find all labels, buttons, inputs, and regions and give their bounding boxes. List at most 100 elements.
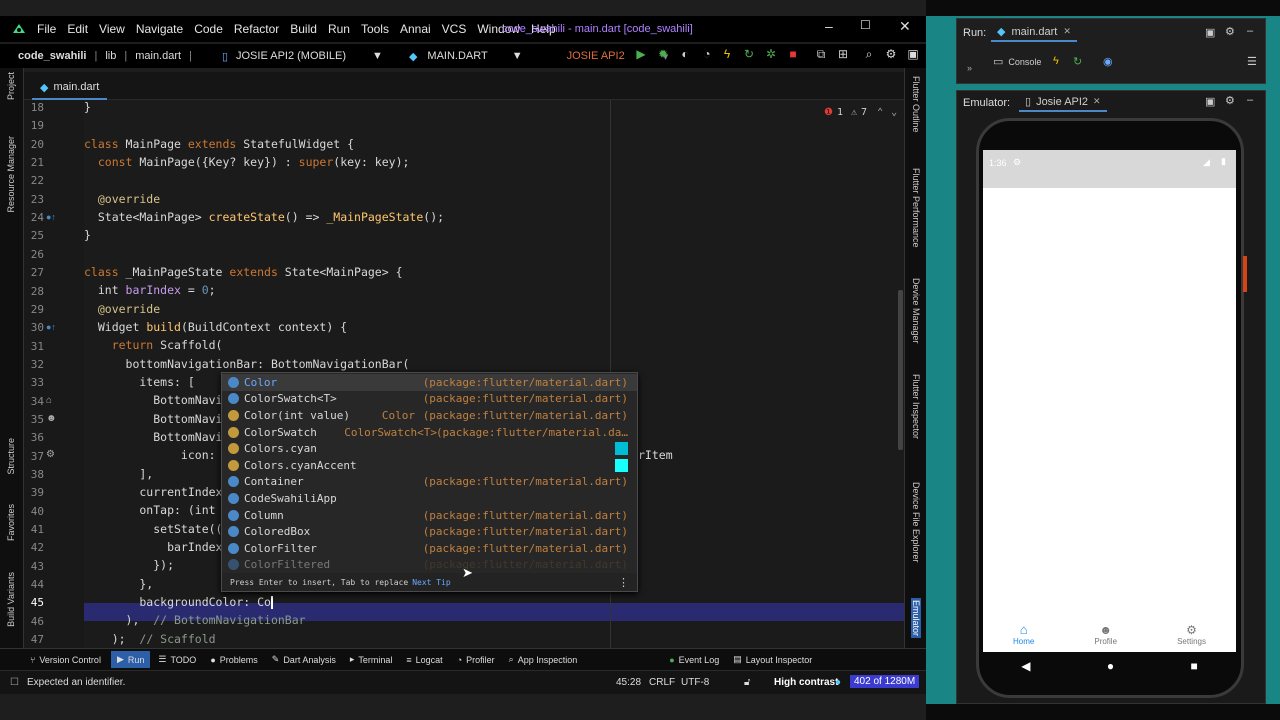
menu-tools[interactable]: Tools	[361, 22, 389, 36]
expand-icon[interactable]: »	[967, 63, 972, 73]
override-marker-icon[interactable]: ●↑	[46, 322, 56, 332]
power-button[interactable]	[1243, 256, 1247, 292]
completion-item[interactable]: ColorFilter (package:flutter/material.dar…	[222, 540, 637, 557]
tab-run[interactable]: ▶ Run	[110, 651, 151, 668]
debug-icon[interactable]: ✹	[656, 47, 670, 61]
tool-favorites[interactable]: Favorites	[6, 504, 16, 541]
tool-device-manager[interactable]: Device Manager	[911, 278, 921, 344]
minimize-icon[interactable]: –	[1247, 94, 1253, 106]
tool-device-file-explorer[interactable]: Device File Explorer	[911, 482, 921, 563]
line-separator[interactable]: CRLF	[649, 677, 675, 688]
tool-resource-manager[interactable]: Resource Manager	[6, 136, 16, 213]
layout-icon[interactable]: ▣	[1205, 26, 1215, 39]
completion-item[interactable]: Colors.cyan	[222, 440, 637, 457]
layout-icon[interactable]: ▣	[906, 47, 920, 61]
run-icon[interactable]: ▶	[634, 47, 648, 61]
menu-navigate[interactable]: Navigate	[136, 22, 183, 36]
menu-refactor[interactable]: Refactor	[234, 22, 279, 36]
breadcrumb-lib[interactable]: lib	[105, 50, 116, 62]
tool-flutter-performance[interactable]: Flutter Performance	[911, 168, 921, 248]
completion-item[interactable]: Column (package:flutter/material.dart)	[222, 507, 637, 524]
settings-icon[interactable]: ⚙	[1225, 94, 1235, 107]
completion-item[interactable]: ColorSwatch<T> (package:flutter/material.…	[222, 391, 637, 408]
back-icon[interactable]: ◀	[1021, 659, 1030, 673]
tool-flutter-outline[interactable]: Flutter Outline	[911, 76, 921, 133]
hot-restart-icon[interactable]: ↻	[1073, 55, 1082, 68]
tab-todo[interactable]: ☰ TODO	[158, 654, 196, 665]
menu-build[interactable]: Build	[290, 22, 317, 36]
tab-problems[interactable]: ● Problems	[210, 655, 257, 665]
tab-dart-analysis[interactable]: ✎ Dart Analysis	[272, 654, 336, 665]
menu-icon[interactable]: ☰	[1247, 55, 1257, 68]
more-options-icon[interactable]: ⋮	[618, 576, 629, 589]
caret-position[interactable]: 45:28	[616, 677, 641, 688]
run-config-selector[interactable]: MAIN.DART	[427, 50, 487, 62]
hot-restart-icon[interactable]: ↻	[742, 47, 756, 61]
completion-item[interactable]: ColorSwatch ColorSwatch<T> (package:flutte…	[222, 424, 637, 441]
code-line-45[interactable]: backgroundColor: Co	[84, 595, 273, 609]
completion-item[interactable]: ColoredBox (package:flutter/material.dart…	[222, 523, 637, 540]
chevron-down-icon[interactable]: ▼	[512, 50, 523, 62]
inspection-widget[interactable]: ❶1 ⚠ 7 ⌃ ⌄	[824, 107, 897, 118]
tab-logcat[interactable]: ≡ Logcat	[406, 655, 442, 665]
tab-terminal[interactable]: ▸ Terminal	[350, 654, 393, 665]
editor-scrollbar[interactable]	[898, 290, 903, 450]
tab-event-log[interactable]: ● Event Log	[669, 655, 719, 665]
device-screen[interactable]: 1:36 ⚙ ◢ ▮ ⌂ Home ☻ Profile ⚙ Settings	[983, 150, 1236, 652]
settings-icon[interactable]: ⚙	[884, 47, 898, 61]
close-icon[interactable]: ✕	[899, 18, 911, 35]
contrast-mode[interactable]: High contrast	[774, 677, 838, 688]
menu-vcs[interactable]: VCS	[442, 22, 467, 36]
sdk-manager-icon[interactable]: ⊞	[836, 47, 850, 61]
lock-icon[interactable]: 🔓︎	[744, 677, 750, 688]
tab-version-control[interactable]: ⑂ Version Control	[30, 655, 101, 665]
status-toggle-icon[interactable]: ☐	[10, 677, 19, 688]
breadcrumb-project[interactable]: code_swahili	[18, 50, 86, 62]
menu-view[interactable]: View	[99, 22, 125, 36]
attach-debugger-icon[interactable]: ✲	[764, 47, 778, 61]
breadcrumb-file[interactable]: main.dart	[135, 50, 181, 62]
emulator-device-tab[interactable]: ▯ Josie API2 ✕	[1019, 93, 1107, 112]
nav-item-home[interactable]: ⌂ Home	[1013, 622, 1034, 646]
status-message[interactable]: Expected an identifier.	[27, 677, 125, 688]
home-button-icon[interactable]: ●	[1107, 659, 1114, 673]
search-icon[interactable]: ⌕	[862, 47, 876, 61]
console-tab[interactable]: ▭ Console	[993, 55, 1041, 68]
hot-reload-icon[interactable]: ϟ	[1053, 55, 1059, 67]
minimize-icon[interactable]: –	[1247, 25, 1253, 37]
close-icon[interactable]: ✕	[1093, 96, 1101, 107]
sync-icon[interactable]: ⧉	[814, 47, 828, 61]
completion-item[interactable]: ColorFiltered (package:flutter/material.d…	[222, 557, 637, 574]
tool-flutter-inspector[interactable]: Flutter Inspector	[911, 374, 921, 439]
device-selector[interactable]: JOSIE API2 (MOBILE)	[236, 50, 346, 62]
layout-icon[interactable]: ▣	[1205, 95, 1215, 108]
menu-run[interactable]: Run	[328, 22, 350, 36]
completion-item[interactable]: Colors.cyanAccent	[222, 457, 637, 474]
profile-icon[interactable]: ◔	[700, 47, 714, 61]
completion-item[interactable]: CodeSwahiliApp	[222, 490, 637, 507]
completion-item[interactable]: Color(int value) Color (package:flutter/ma…	[222, 407, 637, 424]
hot-reload-icon[interactable]: ϟ	[720, 47, 734, 61]
chevron-up-icon[interactable]: ⌃	[877, 107, 883, 118]
file-encoding[interactable]: UTF-8	[681, 677, 709, 688]
menu-file[interactable]: File	[37, 22, 56, 36]
menu-edit[interactable]: Edit	[67, 22, 88, 36]
close-icon[interactable]: ✕	[1063, 26, 1071, 37]
nav-item-profile[interactable]: ☻ Profile	[1094, 623, 1117, 646]
recents-icon[interactable]: ■	[1191, 659, 1198, 673]
minimize-icon[interactable]: –	[825, 18, 833, 34]
devtools-icon[interactable]: ◉	[1103, 55, 1113, 68]
menu-code[interactable]: Code	[194, 22, 223, 36]
tool-structure[interactable]: Structure	[6, 438, 16, 475]
tool-emulator[interactable]: Emulator	[911, 598, 921, 639]
chevron-down-icon[interactable]: ▼	[372, 50, 383, 62]
settings-icon[interactable]: ⚙	[1225, 25, 1235, 38]
chevron-down-icon[interactable]: ⌄	[891, 107, 897, 118]
coverage-icon[interactable]: ◐	[678, 47, 692, 61]
completion-item[interactable]: Container (package:flutter/material.dart)	[222, 474, 637, 491]
memory-indicator[interactable]: 402 of 1280M	[850, 675, 920, 688]
maximize-icon[interactable]: ☐	[860, 18, 871, 32]
next-tip-link[interactable]: Next Tip	[412, 578, 451, 587]
tab-layout-inspector[interactable]: ▤ Layout Inspector	[733, 654, 812, 665]
tab-main-dart[interactable]: ◆ main.dart	[32, 76, 108, 100]
